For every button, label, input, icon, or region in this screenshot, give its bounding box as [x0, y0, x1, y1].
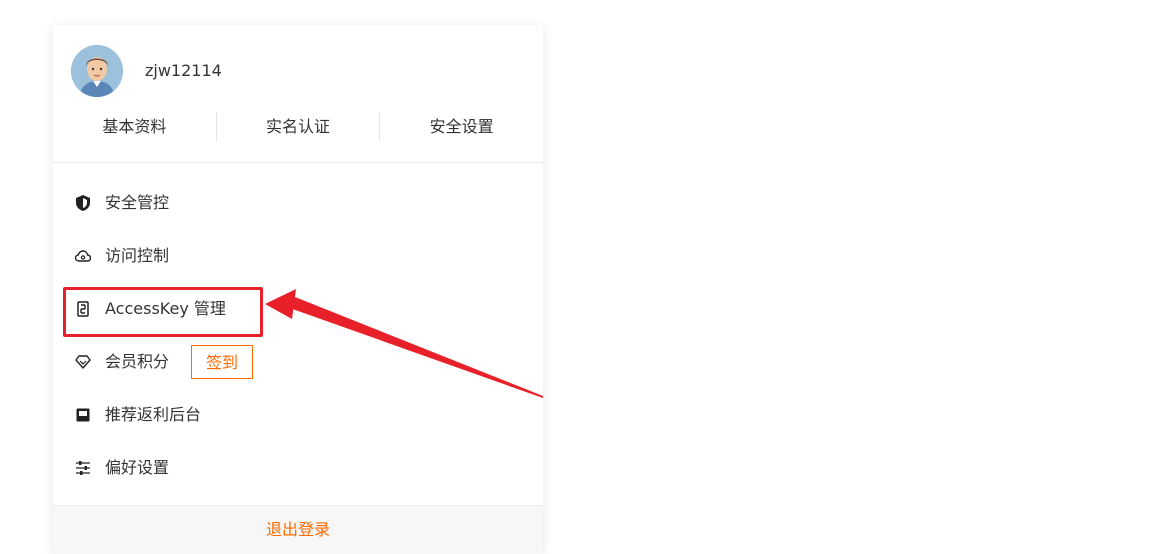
- security-settings-link[interactable]: 安全设置: [380, 111, 543, 143]
- menu-item-label: 会员积分: [105, 351, 170, 371]
- logout-button[interactable]: 退出登录: [266, 518, 330, 542]
- menu-item-label: 推荐返利后台: [105, 404, 202, 424]
- panel-footer: 退出登录: [53, 505, 543, 554]
- key-icon: [75, 300, 91, 317]
- username: zjw12114: [145, 61, 222, 80]
- user-dropdown-panel: zjw12114 基本资料 实名认证 安全设置 安全管控 访问控制 Access…: [53, 25, 543, 554]
- real-name-verification-link[interactable]: 实名认证: [217, 111, 380, 143]
- menu-item-label: 偏好设置: [105, 457, 170, 477]
- avatar-image: [71, 45, 123, 97]
- menu-item-security-control[interactable]: 安全管控: [53, 176, 543, 229]
- profile-links: 基本资料 实名认证 安全设置: [53, 111, 543, 143]
- menu-item-accesskey-management[interactable]: AccessKey 管理: [53, 282, 543, 337]
- menu-item-label: AccessKey 管理: [105, 298, 226, 318]
- cloud-icon: [75, 248, 91, 264]
- menu-item-access-control[interactable]: 访问控制: [53, 229, 543, 282]
- account-menu: 安全管控 访问控制 AccessKey 管理 会员积分 签到 推荐返利后台 偏好…: [53, 176, 543, 494]
- menu-item-member-points[interactable]: 会员积分 签到: [53, 335, 543, 388]
- avatar[interactable]: [71, 45, 123, 97]
- profile-header: zjw12114 基本资料 实名认证 安全设置: [53, 25, 543, 163]
- inbox-icon: [75, 407, 91, 423]
- menu-item-label: 访问控制: [105, 245, 170, 265]
- basic-info-link[interactable]: 基本资料: [53, 111, 216, 143]
- sign-in-button[interactable]: 签到: [191, 344, 254, 379]
- sliders-icon: [75, 460, 91, 476]
- shield-icon: [75, 194, 91, 211]
- menu-item-referral-rebate[interactable]: 推荐返利后台: [53, 388, 543, 441]
- menu-item-label: 安全管控: [105, 192, 170, 212]
- menu-item-preferences[interactable]: 偏好设置: [53, 441, 543, 494]
- diamond-icon: [75, 354, 91, 370]
